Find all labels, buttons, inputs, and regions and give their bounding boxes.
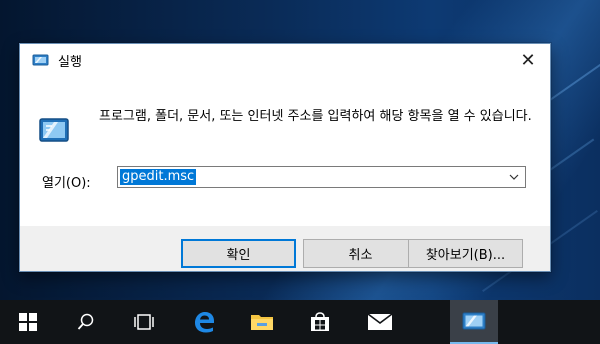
- browse-button[interactable]: 찾아보기(B)...: [408, 239, 523, 268]
- search-icon: [77, 313, 94, 330]
- store-button[interactable]: [296, 300, 344, 344]
- close-button[interactable]: ✕: [506, 44, 550, 76]
- task-view-button[interactable]: [120, 300, 168, 344]
- folder-icon: [251, 315, 273, 330]
- task-view-icon: [134, 314, 154, 330]
- run-icon: [462, 312, 486, 330]
- dialog-title: 실행: [58, 55, 82, 70]
- close-icon: ✕: [520, 49, 536, 71]
- search-button[interactable]: [62, 300, 110, 344]
- mail-button[interactable]: [356, 300, 404, 344]
- open-label: 열기(O):: [42, 176, 91, 191]
- store-icon: [311, 312, 329, 331]
- dialog-body: 프로그램, 폴더, 문서, 또는 인터넷 주소를 입력하여 해당 항목을 열 수…: [20, 76, 550, 271]
- chevron-down-icon[interactable]: [507, 169, 521, 185]
- edge-button[interactable]: [180, 300, 228, 344]
- open-input[interactable]: gpedit.msc: [120, 169, 197, 185]
- run-icon: [32, 54, 49, 66]
- ok-button[interactable]: 확인: [181, 239, 296, 268]
- open-combobox[interactable]: gpedit.msc: [117, 166, 526, 188]
- windows-logo-icon: [19, 313, 37, 331]
- title-bar[interactable]: 실행 ✕: [20, 44, 550, 76]
- run-taskbar-button[interactable]: [450, 300, 498, 344]
- dialog-description: 프로그램, 폴더, 문서, 또는 인터넷 주소를 입력하여 해당 항목을 열 수…: [99, 109, 532, 124]
- start-button[interactable]: [4, 300, 52, 344]
- edge-icon: [195, 312, 214, 333]
- button-panel: 확인 취소 찾아보기(B)...: [20, 226, 550, 271]
- taskbar: [0, 300, 600, 344]
- run-dialog: 실행 ✕ 프로그램, 폴더, 문서, 또는 인터넷 주소를 입력하여 해당 항목…: [19, 43, 551, 272]
- cancel-button[interactable]: 취소: [303, 239, 418, 268]
- file-explorer-button[interactable]: [238, 300, 286, 344]
- run-program-icon: [39, 118, 69, 142]
- mail-icon: [367, 313, 393, 330]
